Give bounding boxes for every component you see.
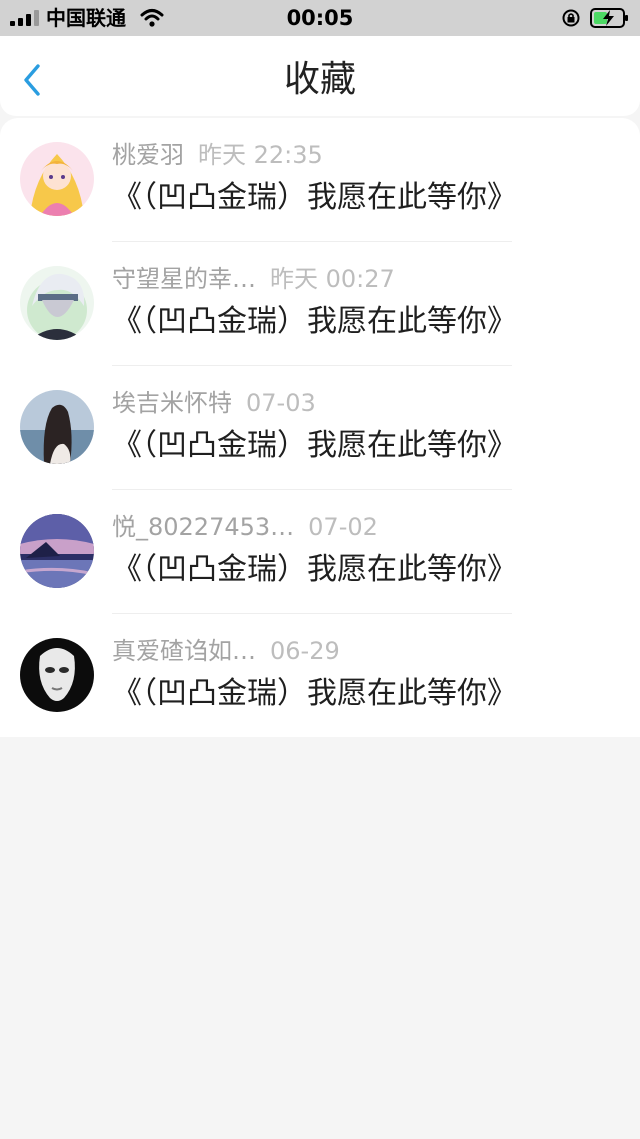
list-item[interactable]: 桃爱羽 昨天 22:35 《（凹凸金瑞）我愿在此等你》	[0, 118, 640, 242]
list-item[interactable]: 悦_80227453… 07-02 《（凹凸金瑞）我愿在此等你》	[0, 490, 640, 614]
item-time: 07-03	[246, 389, 316, 417]
item-username: 守望星的幸…	[112, 265, 256, 293]
item-title: 《（凹凸金瑞）我愿在此等你》	[112, 428, 517, 463]
item-time: 昨天 00:27	[270, 265, 395, 293]
item-meta: 悦_80227453… 07-02	[112, 512, 378, 542]
status-bar: 中国联通 00:05	[0, 0, 640, 36]
item-title: 《（凹凸金瑞）我愿在此等你》	[112, 180, 517, 215]
item-meta: 埃吉米怀特 07-03	[112, 388, 316, 418]
favorites-list: 桃爱羽 昨天 22:35 《（凹凸金瑞）我愿在此等你》 守望星的幸… 昨天 00:2…	[0, 118, 640, 737]
avatar[interactable]	[20, 142, 94, 216]
rotation-lock-icon	[562, 9, 580, 27]
item-title: 《（凹凸金瑞）我愿在此等你》	[112, 676, 517, 711]
list-item[interactable]: 埃吉米怀特 07-03 《（凹凸金瑞）我愿在此等你》	[0, 366, 640, 490]
item-title: 《（凹凸金瑞）我愿在此等你》	[112, 552, 517, 587]
item-time: 昨天 22:35	[198, 141, 323, 169]
avatar[interactable]	[20, 266, 94, 340]
list-item[interactable]: 守望星的幸… 昨天 00:27 《（凹凸金瑞）我愿在此等你》	[0, 242, 640, 366]
avatar[interactable]	[20, 638, 94, 712]
item-username: 桃爱羽	[112, 141, 184, 169]
item-username: 真爱碴诌如…	[112, 637, 256, 665]
avatar[interactable]	[20, 514, 94, 588]
avatar[interactable]	[20, 390, 94, 464]
nav-header: 收藏	[0, 36, 640, 116]
item-title: 《（凹凸金瑞）我愿在此等你》	[112, 304, 517, 339]
status-time: 00:05	[286, 6, 354, 30]
item-time: 06-29	[270, 637, 340, 665]
item-time: 07-02	[308, 513, 378, 541]
item-meta: 真爱碴诌如… 06-29	[112, 636, 340, 666]
page-title: 收藏	[283, 59, 356, 100]
list-item[interactable]: 真爱碴诌如… 06-29 《（凹凸金瑞）我愿在此等你》	[0, 614, 640, 738]
item-username: 埃吉米怀特	[112, 389, 232, 417]
item-username: 悦_80227453…	[112, 513, 295, 541]
item-meta: 桃爱羽 昨天 22:35	[112, 140, 323, 170]
battery-charging-icon	[590, 8, 628, 28]
item-meta: 守望星的幸… 昨天 00:27	[112, 264, 395, 294]
